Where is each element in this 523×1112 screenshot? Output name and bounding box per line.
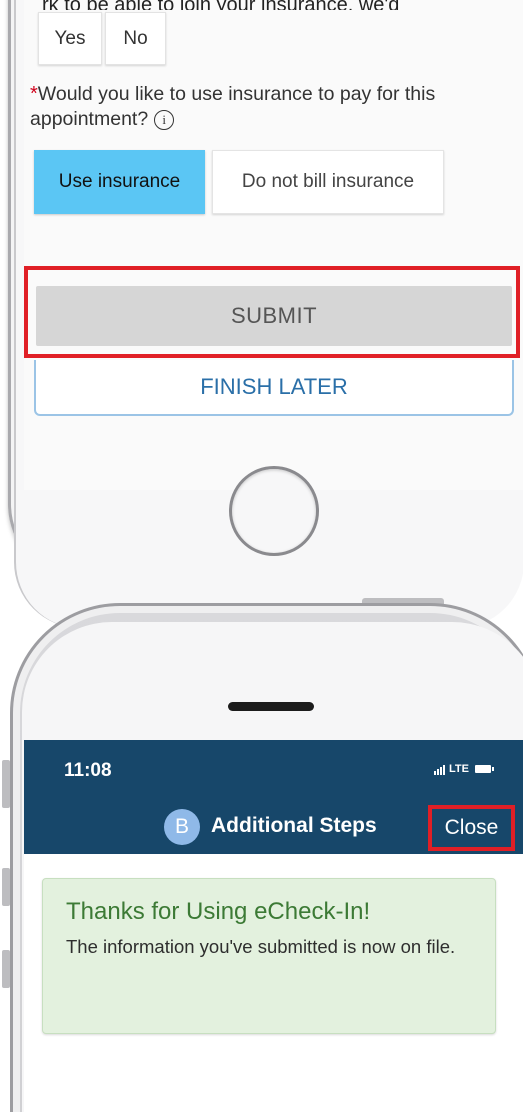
insurance-question: *Would you like to use insurance to pay …: [30, 82, 510, 132]
status-time: 11:08: [64, 760, 112, 781]
do-not-bill-insurance-button[interactable]: Do not bill insurance: [212, 150, 444, 214]
screen-top: [24, 0, 523, 490]
volume-button: [2, 760, 10, 808]
volume-button: [2, 868, 10, 906]
yes-button[interactable]: Yes: [38, 12, 102, 65]
page-title: Additional Steps: [211, 814, 377, 837]
success-title: Thanks for Using eCheck-In!: [66, 898, 371, 925]
submit-highlight-box: [24, 266, 520, 358]
finish-later-button[interactable]: FINISH LATER: [34, 360, 514, 416]
speaker-grille: [228, 702, 314, 711]
network-label: LTE: [449, 763, 469, 775]
question-text: Would you like to use insurance to pay f…: [30, 83, 436, 130]
use-insurance-button[interactable]: Use insurance: [34, 150, 205, 214]
close-highlight-box: [428, 805, 515, 851]
required-mark: *: [30, 83, 38, 105]
status-indicators: LTE: [434, 763, 494, 775]
cropped-text-fragment: rk to be able to join your insurance, we…: [42, 0, 523, 10]
avatar: B: [164, 809, 200, 845]
home-button[interactable]: [229, 466, 319, 556]
battery-icon: [474, 765, 494, 773]
info-icon[interactable]: i: [154, 109, 175, 130]
signal-bars-icon: [434, 763, 446, 775]
volume-button: [2, 950, 10, 988]
no-button[interactable]: No: [105, 12, 166, 65]
success-message: The information you've submitted is now …: [66, 936, 456, 957]
